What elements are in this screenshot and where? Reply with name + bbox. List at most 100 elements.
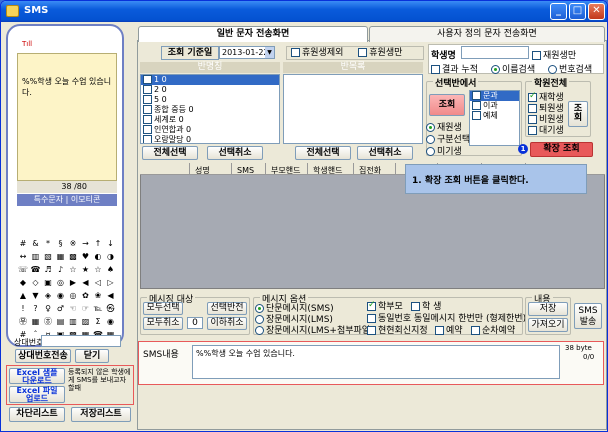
academy-query-button[interactable]: 조 회 — [568, 101, 588, 127]
symbol-key[interactable]: ◉ — [55, 290, 67, 302]
symbol-key[interactable]: * — [42, 238, 54, 250]
grid-column-header[interactable]: 집전화 — [359, 165, 381, 176]
block-list-button[interactable]: 차단리스트 — [9, 407, 65, 422]
grid-column-header[interactable]: 성명 — [195, 165, 210, 176]
reside-only-check[interactable] — [532, 51, 541, 60]
class-list-item[interactable]: 세계로 0 — [141, 115, 279, 125]
sms-content-input[interactable]: %%학생 오늘 수업 있습니다. — [192, 345, 560, 379]
sender-fix-check[interactable] — [367, 326, 376, 335]
content-load-button[interactable]: 가져오기 — [528, 318, 568, 332]
symbol-key[interactable]: ㉭ — [42, 316, 54, 328]
class-list-item[interactable]: 오랑말당 0 — [141, 135, 279, 143]
symbol-key[interactable]: ◀ — [105, 290, 117, 302]
recipient-input[interactable] — [41, 335, 121, 347]
content-save-button[interactable]: 저장 — [528, 302, 568, 316]
symbol-key[interactable]: ↔ — [17, 251, 29, 263]
track-list-item[interactable]: 이과 — [470, 101, 519, 111]
target-all-cancel-button[interactable]: 모두취소 — [143, 317, 183, 330]
target-toggle-button[interactable]: 선택반전 — [207, 302, 247, 315]
symbol-key[interactable]: & — [30, 238, 42, 250]
symbol-key[interactable]: ※ — [67, 238, 79, 250]
grid-column-header[interactable]: SMS — [237, 165, 254, 176]
leave-only-check[interactable] — [358, 48, 368, 57]
minimize-button[interactable]: _ — [550, 3, 567, 20]
symbol-key[interactable]: ◁ — [92, 277, 104, 289]
name-search-radio[interactable] — [491, 65, 500, 74]
symbol-key[interactable]: ▶ — [67, 277, 79, 289]
target-count-input[interactable]: 0 — [187, 317, 203, 329]
symbol-key[interactable]: ◐ — [92, 251, 104, 263]
close-window-button[interactable]: ✕ — [588, 3, 605, 20]
save-recipient-button[interactable]: 상대번호전송 — [15, 349, 71, 363]
select-query-button[interactable]: 조회 — [429, 94, 465, 116]
class-list-item[interactable]: 5 0 — [141, 95, 279, 105]
symbol-key[interactable]: ▲ — [17, 290, 29, 302]
student-name-input[interactable] — [461, 46, 529, 59]
phone-close-button[interactable]: 닫기 — [75, 349, 109, 363]
target-deselect-button[interactable]: 이하취소 — [207, 317, 247, 330]
symbol-key[interactable]: ❀ — [92, 290, 104, 302]
symbol-key[interactable]: ◈ — [42, 290, 54, 302]
message-type-option[interactable]: 장문메시지(LMS+첨부파일) — [255, 323, 374, 336]
option-pending-radio[interactable] — [426, 147, 435, 156]
symbol-key[interactable]: ◎ — [55, 277, 67, 289]
symbol-key[interactable]: ▷ — [105, 277, 117, 289]
grid-column-header[interactable]: 부모핸드 — [271, 165, 300, 176]
class-list-item[interactable]: 인연합과 0 — [141, 125, 279, 135]
track-list[interactable]: 문과 이과 예체 — [469, 90, 520, 146]
symbol-key[interactable]: ★ — [80, 264, 92, 276]
symbol-key[interactable]: ▩ — [67, 251, 79, 263]
exclude-leave-check[interactable] — [291, 48, 300, 57]
symbol-key[interactable]: ☎ — [30, 264, 42, 276]
same-number-check[interactable] — [367, 314, 376, 323]
maximize-button[interactable]: □ — [569, 3, 586, 20]
symbol-key[interactable]: ▦ — [55, 251, 67, 263]
symbol-key[interactable]: ▦ — [30, 316, 42, 328]
symbol-key[interactable]: ▨ — [80, 316, 92, 328]
reserve-check[interactable] — [435, 326, 444, 335]
symbol-key[interactable]: ♀ — [42, 303, 54, 315]
class-list-item[interactable]: 1 0 — [141, 75, 279, 85]
symbol-key[interactable]: ◎ — [67, 290, 79, 302]
select-all-class-button[interactable]: 전체선택 — [142, 146, 198, 160]
cancel-select-class-button[interactable]: 선택취소 — [207, 146, 263, 160]
symbol-key[interactable]: ℡ — [92, 303, 104, 315]
symbol-key[interactable]: ! — [17, 303, 29, 315]
extended-query-button[interactable]: 확장 조회 — [530, 142, 593, 157]
symbol-key[interactable]: ▥ — [30, 251, 42, 263]
grade-list[interactable] — [283, 74, 423, 144]
select-all-grade-button[interactable]: 전체선택 — [295, 146, 351, 160]
symbol-key[interactable]: ♥ — [80, 251, 92, 263]
symbol-key[interactable]: ◇ — [30, 277, 42, 289]
symbol-key[interactable]: ↑ — [92, 238, 104, 250]
symbol-key[interactable]: ♠ — [105, 264, 117, 276]
symbol-key[interactable]: ☜ — [67, 303, 79, 315]
symbol-key[interactable]: ㉿ — [105, 303, 117, 315]
symbol-key[interactable]: ✿ — [80, 290, 92, 302]
symbol-key[interactable]: ☏ — [17, 264, 29, 276]
symbol-key[interactable]: ? — [30, 303, 42, 315]
option-category-radio[interactable] — [426, 135, 435, 144]
cancel-select-grade-button[interactable]: 선택취소 — [357, 146, 413, 160]
class-list-item[interactable]: 2 0 — [141, 85, 279, 95]
target-all-select-button[interactable]: 모두선택 — [143, 302, 183, 315]
save-list-button[interactable]: 저장리스트 — [71, 407, 131, 422]
option-reside-radio[interactable] — [426, 123, 435, 132]
tab-custom[interactable]: 사용자 정의 문자 전송화면 — [369, 26, 605, 42]
symbol-key[interactable]: ◀ — [80, 277, 92, 289]
excel-download-button[interactable]: Excel 샘플 다운로드 — [9, 368, 65, 385]
symbol-key[interactable]: ☆ — [92, 264, 104, 276]
excel-upload-button[interactable]: Excel 파일 업로드 — [9, 386, 65, 403]
symbol-key[interactable]: ♂ — [55, 303, 67, 315]
symbol-key[interactable]: ↓ — [105, 238, 117, 250]
symbol-key[interactable]: ▧ — [42, 251, 54, 263]
symbol-key[interactable]: ☞ — [80, 303, 92, 315]
sequential-check[interactable] — [471, 326, 480, 335]
symbol-key[interactable]: ▥ — [67, 316, 79, 328]
symbol-key[interactable]: § — [55, 238, 67, 250]
accumulate-check[interactable] — [431, 65, 440, 74]
symbol-key[interactable]: # — [17, 238, 29, 250]
sms-send-button[interactable]: SMS 발송 — [574, 303, 602, 329]
symbol-key[interactable]: ▣ — [42, 277, 54, 289]
class-list[interactable]: 1 02 05 0 종합 중등 0 세계로 0 인연합과 0 오랑말당 0 — [140, 74, 280, 144]
